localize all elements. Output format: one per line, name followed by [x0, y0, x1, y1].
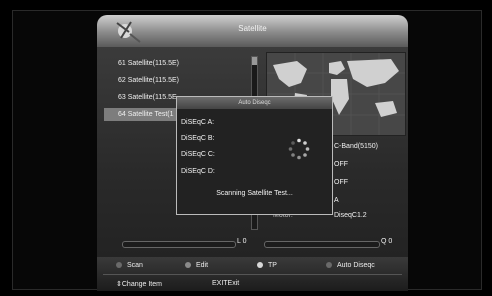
signal-quality-label: Q 0 — [381, 238, 393, 245]
tone-value: OFF — [334, 161, 348, 168]
list-item[interactable]: 61 Satellite(115.5E) — [104, 57, 264, 70]
tp-label: TP — [268, 262, 277, 269]
edit-button[interactable]: Edit — [185, 262, 208, 269]
diseqc-a-label: DiSEqC A: — [181, 119, 215, 126]
title-bar: Satellite — [97, 15, 408, 47]
scan-button[interactable]: Scan — [116, 262, 143, 269]
green-key-icon — [185, 262, 191, 269]
divider — [103, 274, 402, 275]
scrollbar-thumb[interactable] — [252, 57, 257, 65]
list-item[interactable]: 62 Satellite(115.5E) — [104, 74, 264, 87]
dialog-title: Auto Diseqc — [177, 97, 332, 109]
page-title: Satellite — [238, 24, 267, 33]
loading-spinner-icon — [288, 138, 310, 160]
diseqc-b-label: DiSEqC B: — [181, 135, 215, 142]
yellow-key-icon — [257, 262, 263, 269]
signal-level-bar — [122, 241, 236, 248]
scan-label: Scan — [127, 262, 143, 269]
edit-label: Edit — [196, 262, 209, 269]
diseqc-c-label: DiSEqC C: — [181, 151, 215, 158]
tp-button[interactable]: TP — [257, 262, 277, 269]
blue-key-icon — [326, 262, 332, 269]
diseqc-d-label: DiSEqC D: — [181, 168, 215, 175]
power-value: OFF — [334, 179, 348, 186]
signal-level-label: L 0 — [237, 238, 247, 245]
exit-button[interactable]: EXITExit — [212, 280, 239, 287]
auto-diseqc-label: Auto Diseqc — [337, 262, 375, 269]
change-item-label: Change Item — [121, 281, 162, 288]
motor-value: DiseqC1.2 — [334, 212, 367, 219]
auto-diseqc-button[interactable]: Auto Diseqc — [326, 262, 375, 269]
diseqc-port-value: A — [334, 197, 339, 204]
red-key-icon — [116, 262, 122, 269]
change-item-hint: ⇕Change Item — [116, 280, 162, 288]
auto-diseqc-dialog: Auto Diseqc DiSEqC A: DiSEqC B: DiSEqC C… — [176, 96, 333, 215]
signal-quality-bar — [264, 241, 380, 248]
scanning-status: Scanning Satellite Test... — [216, 190, 293, 197]
lnb-value: C-Band(5150) — [334, 143, 378, 150]
